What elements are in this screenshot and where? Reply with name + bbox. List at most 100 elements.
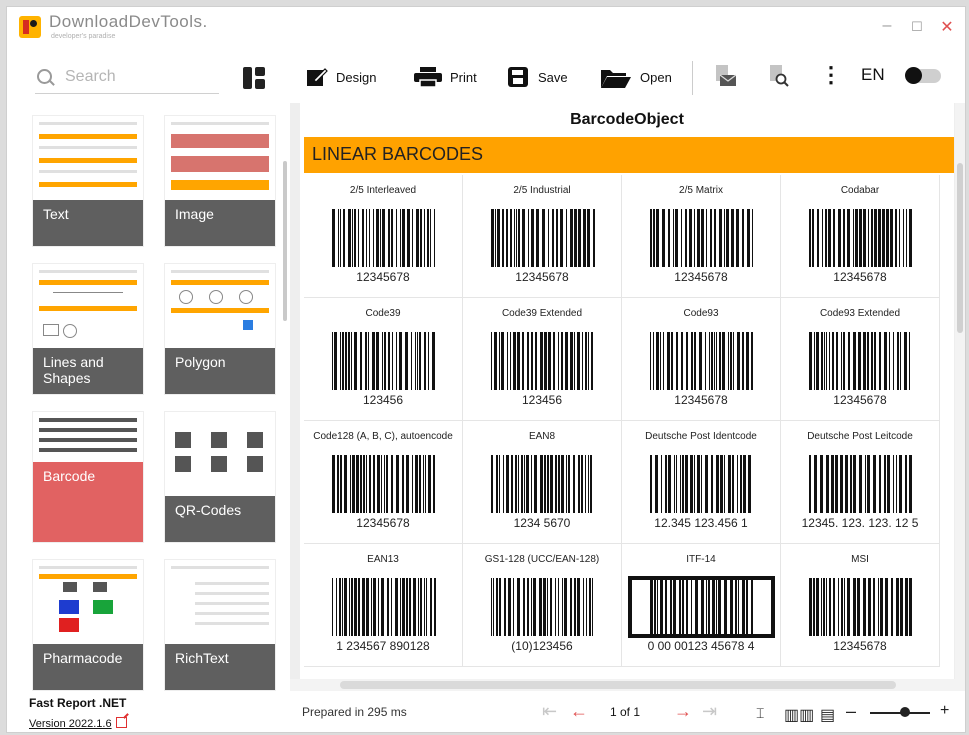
language-selector[interactable]: EN <box>861 65 885 85</box>
sample-item-image[interactable]: Image <box>164 115 276 247</box>
barcode-name: Deutsche Post Leitcode <box>807 431 913 442</box>
sample-item-label: QR-Codes <box>165 496 275 542</box>
barcode-name: Code39 Extended <box>501 308 583 319</box>
scroll-thumb[interactable] <box>957 163 963 333</box>
horizontal-scrollbar[interactable] <box>290 679 965 691</box>
barcode-cell: Code39 Extended 123456 <box>463 298 622 421</box>
barcode-name: ITF-14 <box>686 554 716 565</box>
more-menu-button[interactable]: ⋮ <box>820 61 842 89</box>
search-input[interactable] <box>63 67 217 87</box>
vertical-scrollbar[interactable] <box>955 103 965 679</box>
barcode-value: 1 234567 890128 <box>336 639 430 653</box>
barcode-cell: ITF-14 0 00 00123 45678 4 <box>622 544 781 667</box>
next-page-icon[interactable]: → <box>674 701 692 722</box>
zoom-slider-knob[interactable] <box>900 707 910 717</box>
design-icon <box>306 67 328 87</box>
sample-item-lines-and-shapes[interactable]: Lines and Shapes <box>32 263 144 395</box>
barcode-name: 2/5 Matrix <box>679 185 723 196</box>
find-icon[interactable] <box>768 65 790 87</box>
zoom-in-icon[interactable]: + <box>940 702 949 720</box>
sample-thumbnails: Text Image Lines and Shapes Polygon Barc… <box>32 115 282 695</box>
barcode-cell: EAN8 1234 5670 <box>463 421 622 544</box>
barcode-name: Deutsche Post Identcode <box>645 431 757 442</box>
open-button[interactable]: Open <box>600 63 672 91</box>
sample-item-polygon[interactable]: Polygon <box>164 263 276 395</box>
barcode-name: Code128 (A, B, C), autoencode <box>313 431 453 442</box>
barcode-image <box>809 578 912 636</box>
barcode-value: 12345678 <box>356 516 410 530</box>
report-preview: BarcodeObject LINEAR BARCODES 2/5 Interl… <box>290 103 965 679</box>
close-button[interactable]: ✕ <box>935 17 959 37</box>
print-label: Print <box>450 69 477 85</box>
layout-toggle-icon[interactable] <box>243 67 265 89</box>
barcode-name: Code39 <box>365 308 401 319</box>
barcode-image <box>491 209 595 267</box>
barcode-name: EAN13 <box>367 554 399 565</box>
report-page: BarcodeObject LINEAR BARCODES 2/5 Interl… <box>300 103 954 679</box>
barcode-name: 2/5 Interleaved <box>349 185 417 196</box>
barcode-cell: Code39 123456 <box>304 298 463 421</box>
fit-page-icon[interactable]: ⌶ <box>756 705 764 722</box>
barcode-cell: Deutsche Post Identcode 12.345 123.456 1 <box>622 421 781 544</box>
app-logo-icon <box>19 16 41 38</box>
theme-toggle[interactable] <box>905 67 941 84</box>
linear-barcodes-band: LINEAR BARCODES <box>304 137 954 173</box>
barcode-name: MSI <box>851 554 869 565</box>
minimize-button[interactable]: – <box>875 17 899 35</box>
band-title: LINEAR BARCODES <box>312 144 484 164</box>
barcode-image <box>809 209 912 267</box>
barcode-cell: 2/5 Matrix 12345678 <box>622 175 781 298</box>
barcode-image <box>332 209 435 267</box>
barcode-name: EAN8 <box>528 431 556 442</box>
first-page-icon[interactable]: ⇤ <box>542 701 557 722</box>
sample-item-pharmacode[interactable]: Pharmacode <box>32 559 144 691</box>
title-bar: DownloadDevTools. developer's paradise –… <box>7 7 965 51</box>
previous-page-icon[interactable]: ← <box>570 701 588 722</box>
sample-item-qr-codes[interactable]: QR-Codes <box>164 411 276 543</box>
barcode-image <box>809 332 910 390</box>
page-indicator[interactable]: 1 of 1 <box>610 705 640 719</box>
maximize-button[interactable]: ☐ <box>905 19 929 35</box>
barcode-cell: Codabar 12345678 <box>781 175 940 298</box>
barcode-value: (10)123456 <box>511 639 573 653</box>
app-subtitle: developer's paradise <box>51 33 116 40</box>
sample-item-label: Lines and Shapes <box>33 348 143 394</box>
sample-item-text[interactable]: Text <box>32 115 144 247</box>
toolbar: Design Print Save Open ⋮ EN <box>290 51 965 103</box>
zoom-out-icon[interactable]: – <box>846 701 856 722</box>
printer-icon <box>414 67 442 88</box>
sample-item-label: Text <box>33 200 143 246</box>
design-label: Design <box>336 69 377 85</box>
barcode-cell: Code93 Extended 12345678 <box>781 298 940 421</box>
barcode-cell: Deutsche Post Leitcode 12345. 123. 123. 1… <box>781 421 940 544</box>
barcode-name: Code93 Extended <box>819 308 901 319</box>
barcode-name: Code93 <box>683 308 719 319</box>
last-page-icon[interactable]: ⇥ <box>702 701 717 722</box>
single-page-view-icon[interactable]: ▤ <box>820 705 835 725</box>
sample-item-label: Polygon <box>165 348 275 394</box>
email-export-icon[interactable] <box>714 65 737 87</box>
barcode-image <box>628 576 775 638</box>
barcode-image <box>650 332 753 390</box>
barcode-value: 0 00 00123 45678 4 <box>647 639 755 653</box>
scroll-thumb[interactable] <box>340 681 896 689</box>
sidebar: Text Image Lines and Shapes <box>7 51 290 732</box>
barcode-cell: Code93 12345678 <box>622 298 781 421</box>
print-button[interactable]: Print <box>414 63 477 91</box>
barcode-image <box>332 332 435 390</box>
barcode-value: 123456 <box>362 393 404 407</box>
two-page-view-icon[interactable]: ▥▥ <box>784 705 814 725</box>
barcode-cell: Code128 (A, B, C), autoencode 12345678 <box>304 421 463 544</box>
barcode-name: 2/5 Industrial <box>513 185 571 196</box>
sidebar-scrollbar[interactable] <box>283 161 287 321</box>
barcode-name: GS1-128 (UCC/EAN-128) <box>484 554 600 565</box>
sample-item-barcode[interactable]: Barcode <box>32 411 144 543</box>
save-button[interactable]: Save <box>508 63 568 91</box>
design-button[interactable]: Design <box>306 63 376 91</box>
barcode-image <box>650 455 751 513</box>
version-link[interactable]: Version 2022.1.6 <box>29 717 127 730</box>
folder-open-icon <box>600 67 632 88</box>
sample-item-richtext[interactable]: RichText <box>164 559 276 691</box>
barcode-value: 12345678 <box>515 270 569 284</box>
external-link-icon <box>115 717 127 728</box>
